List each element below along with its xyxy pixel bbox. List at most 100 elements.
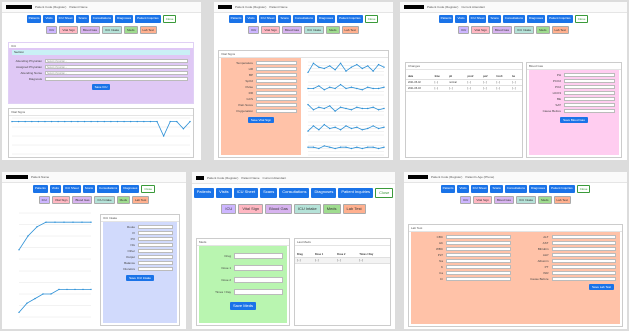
cbc-input[interactable] — [446, 235, 511, 239]
nav-scans[interactable]: Scans — [76, 15, 89, 23]
nav-inquiries[interactable]: Patient Inquiries — [135, 15, 161, 23]
save-lab-test-button[interactable]: Save Lab Test — [589, 284, 614, 290]
bilirubin-input[interactable] — [551, 247, 616, 251]
pco2-input[interactable] — [564, 79, 615, 83]
close-button[interactable]: Close — [574, 15, 589, 23]
tab-vital-sign[interactable]: Vital Sign — [238, 204, 264, 214]
tab-vital-sign[interactable]: Vital Sign — [59, 26, 78, 34]
nav-diagnoses[interactable]: Diagnoses — [528, 185, 548, 193]
nav-inquiries[interactable]: Patient Inquiries — [547, 15, 573, 23]
nav-scans[interactable]: Scans — [488, 15, 501, 23]
nav-visits[interactable]: Visits — [457, 185, 469, 193]
dose1-input[interactable] — [234, 265, 283, 271]
nav-visits[interactable]: Visits — [245, 15, 257, 23]
save-icu-intake-button[interactable]: Save ICU Intake — [126, 275, 154, 281]
nav-visits[interactable]: Visits — [455, 15, 467, 23]
save-meds-button[interactable]: Save Meds — [229, 302, 256, 310]
tab-lab-test[interactable]: Lab Test — [341, 26, 359, 34]
hb-input[interactable] — [446, 241, 511, 245]
times-input[interactable] — [234, 289, 283, 295]
tab-icu[interactable]: ICU — [460, 196, 472, 204]
balance-input[interactable] — [138, 261, 173, 265]
cr-input[interactable] — [446, 277, 511, 281]
inr-input[interactable] — [551, 271, 616, 275]
nav-icu-sheet[interactable]: ICU Sheet — [56, 15, 75, 23]
na-input[interactable] — [446, 259, 511, 263]
save-vital-sign-button[interactable]: Save Vital Sign — [247, 117, 275, 123]
nav-consultations[interactable]: Consultations — [292, 15, 315, 23]
tab-blood-gas[interactable]: Blood Gas — [281, 26, 302, 34]
nav-patients[interactable]: Patients — [438, 15, 454, 23]
tab-meds[interactable]: Meds — [326, 26, 340, 34]
nav-patients[interactable]: Patients — [440, 185, 456, 193]
nav-diagnoses[interactable]: Diagnoses — [121, 185, 140, 193]
be-input[interactable] — [564, 97, 615, 101]
nav-consultations[interactable]: Consultations — [279, 188, 310, 198]
tab-icu[interactable]: ICU — [38, 196, 50, 204]
tab-blood-gas[interactable]: Blood Gas — [491, 26, 512, 34]
nav-scans[interactable]: Scans — [490, 185, 503, 193]
po-input[interactable] — [138, 237, 173, 241]
nav-patients[interactable]: Patients — [26, 15, 42, 23]
nav-consultations[interactable]: Consultations — [504, 185, 527, 193]
nav-scans[interactable]: Scans — [82, 185, 96, 193]
pulse-input[interactable] — [256, 85, 297, 89]
tab-icu-intake[interactable]: ICU Intake — [94, 196, 115, 204]
rr-input[interactable] — [256, 91, 297, 95]
nav-visits[interactable]: Visits — [49, 185, 61, 193]
nav-diagnoses[interactable]: Diagnoses — [311, 188, 337, 198]
close-button[interactable]: Close — [141, 185, 156, 193]
tab-icu[interactable]: ICU — [221, 204, 237, 214]
nav-scans[interactable]: Scans — [278, 15, 291, 23]
tab-icu-intake[interactable]: ICU Intake — [303, 26, 325, 34]
ast-input[interactable] — [551, 241, 616, 245]
bp-input[interactable] — [256, 73, 297, 77]
cause-before-input[interactable] — [551, 277, 616, 281]
iv-input[interactable] — [138, 231, 173, 235]
diuretics-input[interactable] — [138, 267, 173, 271]
tab-meds[interactable]: Meds — [322, 204, 341, 214]
tab-icu[interactable]: ICU — [248, 26, 260, 34]
close-button[interactable]: Close — [162, 15, 177, 23]
nav-icu-sheet[interactable]: ICU Sheet — [233, 188, 259, 198]
nav-diagnoses[interactable]: Diagnoses — [316, 15, 336, 23]
tab-vital-sign[interactable]: Vital Sign — [261, 26, 280, 34]
nav-consultations[interactable]: Consultations — [97, 185, 120, 193]
pain-input[interactable] — [256, 103, 297, 107]
save-icu-button[interactable]: Save ICU — [91, 84, 111, 90]
nav-diagnoses[interactable]: Diagnoses — [114, 15, 134, 23]
hr-input[interactable] — [256, 67, 297, 71]
nav-patients[interactable]: Patients — [193, 188, 215, 198]
nav-patients[interactable]: Patients — [228, 15, 244, 23]
nav-scans[interactable]: Scans — [260, 188, 278, 198]
plt-input[interactable] — [446, 253, 511, 257]
tab-meds[interactable]: Meds — [124, 26, 138, 34]
save-blood-gas-button[interactable]: Save Blood Gas — [560, 117, 588, 123]
tab-vital-sign[interactable]: Vital Sign — [471, 26, 490, 34]
gcs-input[interactable] — [256, 97, 297, 101]
nav-inquiries[interactable]: Patient Inquiries — [338, 188, 374, 198]
close-button[interactable]: Close — [364, 15, 379, 23]
nav-inquiries[interactable]: Patient Inquiries — [549, 185, 575, 193]
nav-icu-sheet[interactable]: ICU Sheet — [62, 185, 81, 193]
nav-icu-sheet[interactable]: ICU Sheet — [258, 15, 277, 23]
close-button[interactable]: Close — [375, 188, 394, 198]
tab-blood-gas[interactable]: Blood Gas — [493, 196, 514, 204]
tab-icu-intake[interactable]: ICU Intake — [101, 26, 123, 34]
spo2-input[interactable] — [256, 79, 297, 83]
sat-input[interactable] — [564, 103, 615, 107]
other-input[interactable] — [138, 249, 173, 253]
ca-input[interactable] — [446, 271, 511, 275]
alp-input[interactable] — [551, 253, 616, 257]
tab-blood-gas[interactable]: Blood Gas — [79, 26, 100, 34]
tab-icu[interactable]: ICU — [46, 26, 58, 34]
nav-inquiries[interactable]: Patient Inquiries — [337, 15, 363, 23]
po2-input[interactable] — [564, 85, 615, 89]
ng-input[interactable] — [138, 243, 173, 247]
tab-lab-test[interactable]: Lab Test — [132, 196, 150, 204]
tab-meds[interactable]: Meds — [536, 26, 550, 34]
tab-lab-test[interactable]: Lab Test — [139, 26, 157, 34]
tab-vital-sign[interactable]: Vital Sign — [473, 196, 492, 204]
diagnosis-input[interactable] — [45, 77, 188, 81]
nurse-select[interactable]: Select physician... — [45, 71, 188, 75]
